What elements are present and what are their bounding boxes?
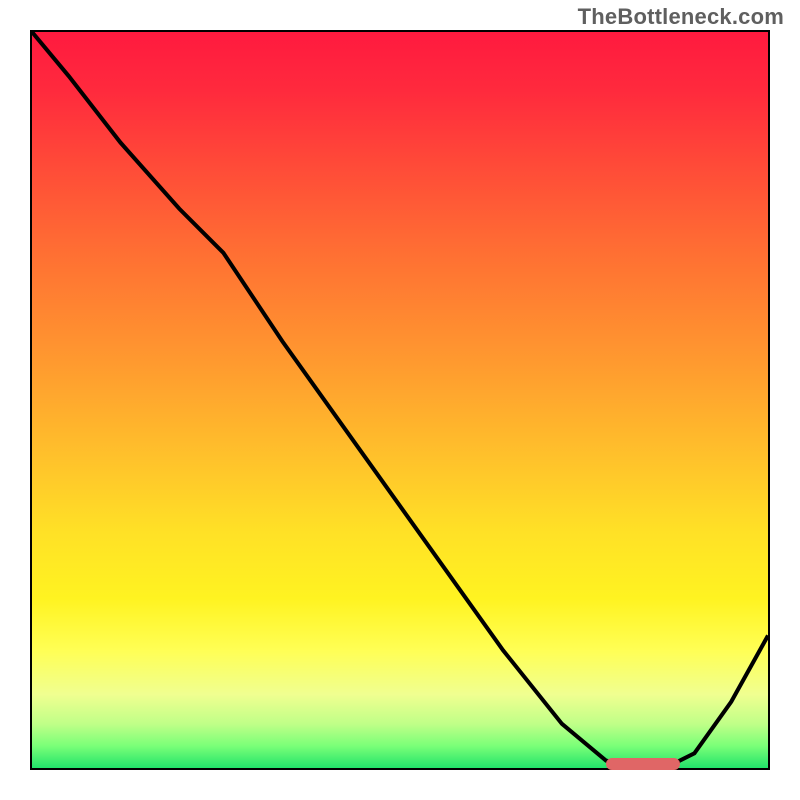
bottleneck-curve bbox=[32, 32, 768, 768]
curve-layer bbox=[32, 32, 768, 768]
plot-area bbox=[32, 32, 768, 768]
chart-frame bbox=[30, 30, 770, 770]
optimal-range-marker bbox=[606, 758, 680, 770]
watermark-text: TheBottleneck.com bbox=[578, 4, 784, 30]
